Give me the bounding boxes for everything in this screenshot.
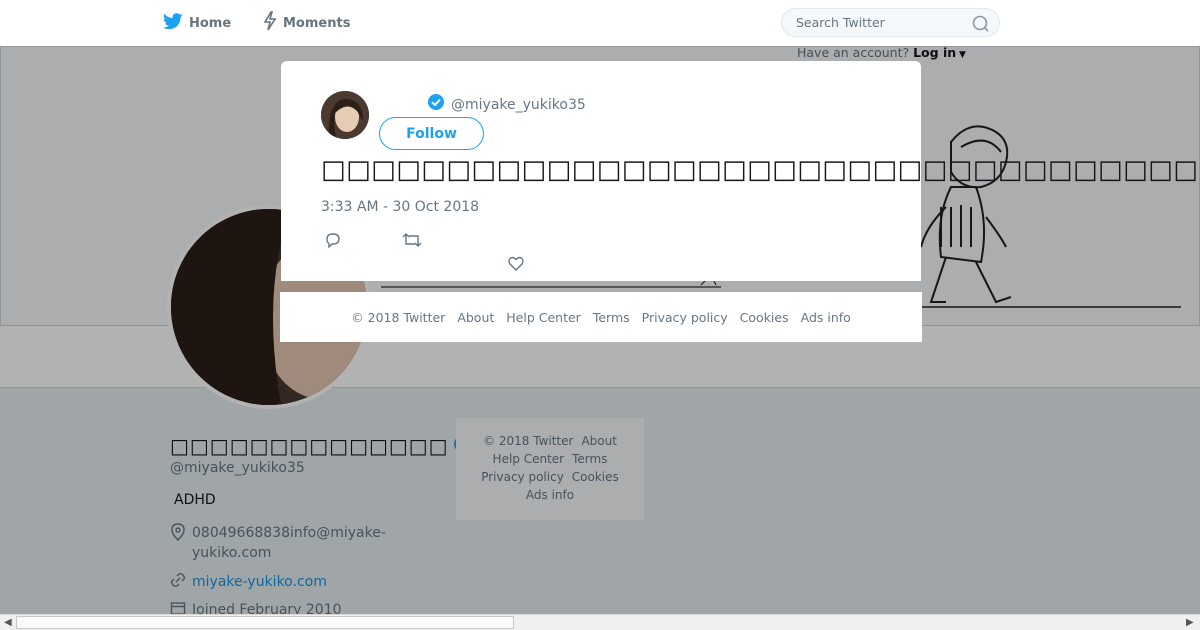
lightning-icon — [263, 11, 277, 35]
tweet-modal: @miyake_yukiko35 Follow □□□□□□□□□□□□□□□□… — [281, 61, 1200, 281]
close-icon[interactable] — [1154, 12, 1178, 36]
tweet-timestamp[interactable]: 3:33 AM - 30 Oct 2018 — [321, 199, 479, 215]
search-box — [781, 8, 1000, 37]
modal-footer-ads[interactable]: Ads info — [801, 310, 851, 325]
horizontal-scrollbar[interactable]: ◀ ▶ — [0, 614, 1200, 630]
modal-footer: © 2018 Twitter About Help Center Terms P… — [280, 292, 922, 342]
retweet-icon[interactable] — [402, 232, 422, 252]
twitter-bird-icon — [162, 12, 183, 34]
tweet-body-clip: □□□□□□□□□□□□□□□□□□□□□□□□□□□□□□□□□□□□□□□□… — [281, 61, 1200, 301]
nav-home-label: Home — [189, 15, 232, 31]
nav-moments-label: Moments — [283, 15, 351, 31]
heart-icon[interactable] — [508, 256, 524, 275]
modal-footer-help[interactable]: Help Center — [506, 310, 581, 325]
modal-footer-terms[interactable]: Terms — [593, 310, 630, 325]
nav-home[interactable]: Home — [162, 12, 232, 34]
scroll-right-icon[interactable]: ▶ — [1186, 617, 1194, 628]
modal-footer-copyright: © 2018 Twitter — [351, 309, 446, 325]
top-navigation-bar: Home Moments — [0, 0, 1200, 47]
reply-icon[interactable] — [325, 232, 341, 252]
modal-footer-cookies[interactable]: Cookies — [740, 310, 789, 325]
modal-footer-privacy[interactable]: Privacy policy — [642, 310, 728, 325]
scroll-left-icon[interactable]: ◀ — [4, 617, 12, 628]
tweet-text: □□□□□□□□□□□□□□□□□□□□□□□□□□□□□□□□□□□□□□□□… — [321, 155, 1200, 185]
nav-moments[interactable]: Moments — [263, 11, 351, 35]
search-icon[interactable] — [972, 15, 989, 36]
modal-footer-about[interactable]: About — [457, 310, 494, 325]
search-input[interactable] — [794, 14, 968, 31]
scrollbar-thumb[interactable] — [16, 616, 514, 629]
